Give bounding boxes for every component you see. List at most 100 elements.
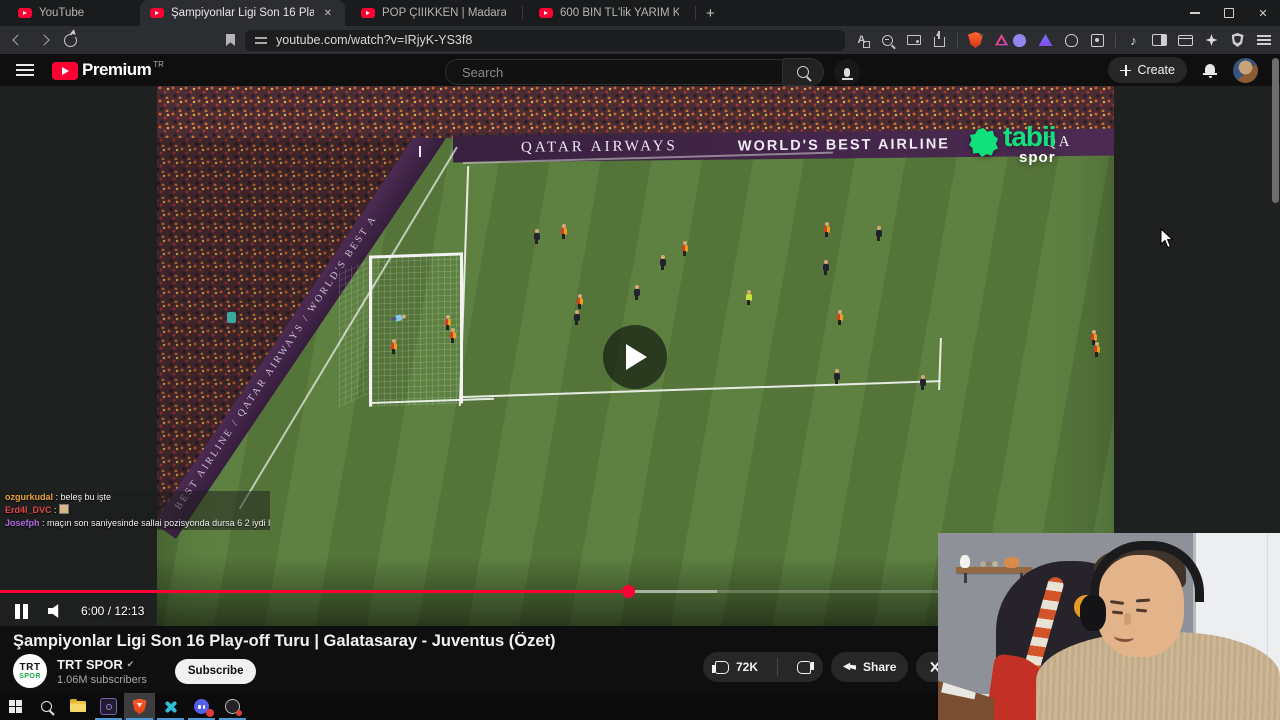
- share-arrow-icon: [843, 662, 857, 671]
- leo-ai-icon[interactable]: [1203, 32, 1220, 49]
- chat-message: ozgurkudal : beleş bu işte: [0, 491, 270, 504]
- create-label: Create: [1137, 63, 1175, 77]
- reload-button[interactable]: [62, 32, 78, 48]
- voice-search-button[interactable]: [834, 59, 860, 85]
- screencast-icon[interactable]: [905, 32, 922, 49]
- thumbs-down-icon: [797, 660, 812, 674]
- notifications-icon[interactable]: [1203, 63, 1217, 78]
- back-button[interactable]: [10, 32, 26, 48]
- dark-purple-app-taskbar-button[interactable]: [93, 693, 124, 720]
- youtube-logo-icon: [52, 62, 78, 80]
- menu-icon[interactable]: [1255, 32, 1272, 49]
- restore-button[interactable]: [1212, 0, 1246, 26]
- url-text[interactable]: youtube.com/watch?v=IRjyK-YS3f8: [276, 33, 472, 47]
- player-figure: [659, 255, 666, 270]
- player-figure: [836, 310, 843, 325]
- goal-side-net: [339, 256, 371, 408]
- discord-taskbar-button[interactable]: [186, 693, 217, 720]
- search-icon: [41, 701, 52, 712]
- channel-name[interactable]: TRT SPOR: [57, 657, 123, 672]
- tab-active-video[interactable]: Şampiyonlar Ligi Son 16 Play-off ✕: [140, 0, 345, 26]
- brand-text: Premium: [82, 60, 152, 79]
- toolbar-divider: [957, 32, 958, 48]
- search-input[interactable]: [460, 63, 768, 81]
- channel-avatar[interactable]: TRT SPOR: [13, 654, 47, 688]
- site-settings-icon[interactable]: [255, 36, 267, 44]
- toolbar-action-icons: A: [853, 31, 1010, 49]
- reload-icon: [63, 32, 77, 47]
- guide-menu-icon[interactable]: [16, 64, 34, 76]
- bookmark-icon[interactable]: [226, 34, 235, 46]
- like-count: 72K: [736, 660, 759, 674]
- brave-browser-taskbar-button[interactable]: [124, 693, 155, 720]
- subscribe-button[interactable]: Subscribe: [174, 658, 257, 684]
- chat-username: ozgurkudal: [5, 492, 54, 502]
- shields-badge: [980, 32, 983, 36]
- scrollbar-thumb[interactable]: [1272, 58, 1279, 203]
- sharex-taskbar-button[interactable]: [155, 693, 186, 720]
- sidebar-toggle-icon[interactable]: [1151, 32, 1168, 49]
- player-figure: [833, 369, 840, 384]
- ghost-extension-icon[interactable]: [1063, 32, 1080, 49]
- ad-text-qatar: QATAR AIRWAYS: [520, 138, 678, 156]
- create-button[interactable]: Create: [1108, 57, 1187, 83]
- subscriber-count: 1.06M subscribers: [57, 673, 147, 686]
- recorder-app-taskbar-button[interactable]: [217, 693, 248, 720]
- brave-rewards-icon[interactable]: [993, 32, 1010, 49]
- tab-title: Şampiyonlar Ligi Son 16 Play-off: [171, 7, 314, 19]
- translate-icon[interactable]: A: [853, 32, 870, 49]
- mic-icon: [841, 67, 853, 80]
- wallet-icon[interactable]: [1177, 32, 1194, 49]
- share-icon[interactable]: [931, 31, 948, 49]
- search-button[interactable]: [783, 58, 824, 86]
- zoom-out-icon[interactable]: [879, 32, 896, 49]
- pitchside-bin: [227, 312, 236, 323]
- player-figure: [449, 328, 456, 343]
- tab-youtube[interactable]: YouTube: [8, 0, 128, 26]
- webcam-overlay: [938, 533, 1280, 720]
- vpn-shield-icon[interactable]: [1229, 32, 1246, 49]
- plus-icon: [1120, 64, 1132, 76]
- brave-shields-icon[interactable]: [967, 32, 984, 49]
- new-tab-button[interactable]: +: [696, 5, 725, 22]
- search-box[interactable]: [445, 59, 783, 85]
- player-figure: [390, 339, 397, 354]
- chat-message: Erd4l_DVC :: [0, 504, 270, 517]
- like-button[interactable]: 72K: [703, 660, 770, 674]
- taskbar-search-taskbar-button[interactable]: [31, 693, 62, 720]
- purple-extension-icon[interactable]: [1011, 32, 1028, 49]
- youtube-favicon: [361, 8, 375, 18]
- minimize-button[interactable]: [1178, 0, 1212, 26]
- account-avatar[interactable]: [1233, 57, 1258, 83]
- time-display: 6:00 / 12:13: [81, 604, 145, 618]
- volume-icon[interactable]: [48, 604, 59, 618]
- forward-icon: [38, 34, 50, 46]
- channel-row: TRT SPOR TRT SPOR ✔ 1.06M subscribers Sub…: [13, 654, 257, 688]
- close-button[interactable]: ✕: [1246, 0, 1280, 26]
- play-button-overlay[interactable]: [603, 325, 667, 389]
- chat-text: beleş bu işte: [60, 492, 112, 502]
- close-tab-icon[interactable]: ✕: [321, 7, 335, 20]
- screenshot-extension-icon[interactable]: [1089, 32, 1106, 49]
- progress-played: [0, 590, 629, 593]
- screen: YouTube Şampiyonlar Ligi Son 16 Play-off…: [0, 0, 1280, 720]
- brave-icon: [132, 698, 147, 715]
- desk-corner: [938, 680, 994, 720]
- stream-chat-overlay: ozgurkudal : beleş bu işte Erd4l_DVC : J…: [0, 491, 270, 530]
- share-button[interactable]: Share: [831, 652, 909, 682]
- forward-button[interactable]: [36, 32, 52, 48]
- darkapp-icon: [100, 698, 117, 715]
- tab-600-bin[interactable]: 600 BİN TL'lik YARIM KALAN İŞLER V: [529, 0, 689, 26]
- tab-pop-cikken[interactable]: POP ÇİİİKKEN | Madara Olduk #652 -: [351, 0, 516, 26]
- file-explorer-taskbar-button[interactable]: [62, 693, 93, 720]
- youtube-favicon: [539, 8, 553, 18]
- pause-button[interactable]: [14, 603, 30, 619]
- youtube-premium-logo[interactable]: Premium TR: [52, 60, 164, 80]
- media-control-icon[interactable]: ♪: [1125, 32, 1142, 49]
- recorder-icon: [225, 699, 242, 716]
- triangle-extension-icon[interactable]: [1037, 32, 1054, 49]
- dislike-button[interactable]: [785, 660, 823, 674]
- start-taskbar-button[interactable]: [0, 693, 31, 720]
- address-bar[interactable]: youtube.com/watch?v=IRjyK-YS3f8: [245, 29, 845, 51]
- corner-flag: [419, 146, 421, 157]
